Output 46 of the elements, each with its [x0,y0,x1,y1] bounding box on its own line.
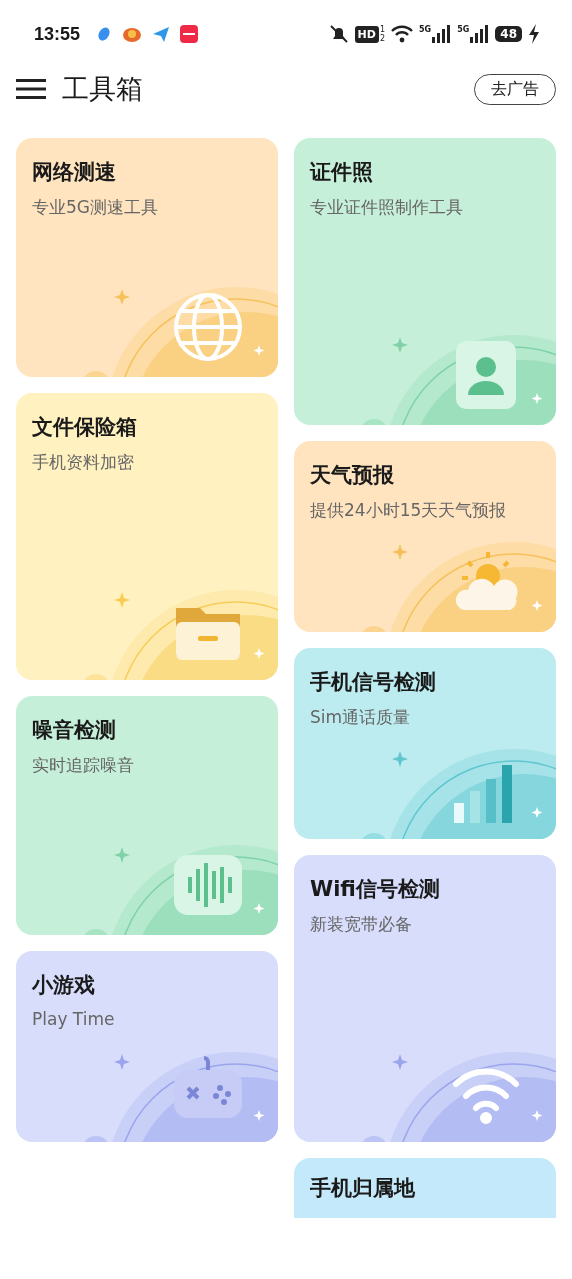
card-title: 小游戏 [32,972,96,999]
card-subtitle: 专业证件照制作工具 [310,196,464,219]
paper-plane-icon [152,25,171,43]
globe-icon [172,291,244,363]
tool-card[interactable]: 手机信号检测 Sim通话质量 [294,648,556,839]
tool-card[interactable]: 手机归属地 [294,1158,556,1218]
card-title: Wifi信号检测 [310,876,441,903]
remove-ads-button[interactable]: 去广告 [474,73,556,105]
card-subtitle: Sim通话质量 [310,706,412,729]
card-subtitle: 实时追踪噪音 [32,754,135,777]
mute-bell-icon [328,24,349,44]
signal-icon [469,25,490,43]
app-notification-icon [96,26,113,42]
signal-icon [431,25,452,43]
card-title: 网络测速 [32,159,117,186]
page-title: 工具箱 [62,72,143,106]
card-title: 手机归属地 [310,1175,416,1202]
card-title: 证件照 [310,159,374,186]
wifi-icon [391,25,413,43]
charging-bolt-icon [528,24,540,44]
hd-badge: HD [354,25,379,43]
status-time: 13:55 [34,23,81,45]
card-subtitle: 新装宽带必备 [310,913,413,936]
tool-card[interactable]: 天气预报 提供24小时15天天气预报 [294,441,556,632]
card-subtitle: 提供24小时15天天气预报 [310,499,508,522]
tool-card[interactable]: 噪音检测 实时追踪噪音 [16,696,278,935]
card-subtitle: 专业5G测速工具 [32,196,159,219]
tool-card[interactable]: 小游戏 Play Time [16,951,278,1142]
sim-number: 1 [379,25,385,34]
card-subtitle: 手机资料加密 [32,451,135,474]
card-title: 文件保险箱 [32,414,138,441]
sim-number: 2 [379,34,385,43]
tool-card[interactable]: 文件保险箱 手机资料加密 [16,393,278,680]
app-notification-icon [122,25,143,43]
network-type: 5G [457,25,470,34]
network-type: 5G [419,25,432,34]
card-title: 噪音检测 [32,717,117,744]
card-title: 天气预报 [310,462,395,489]
card-subtitle: Play Time [32,1009,116,1029]
tool-card[interactable]: 网络测速 专业5G测速工具 [16,138,278,377]
app-notification-icon [180,25,199,43]
tool-card[interactable]: 证件照 专业证件照制作工具 [294,138,556,425]
tool-card[interactable]: Wifi信号检测 新装宽带必备 [294,855,556,1142]
menu-icon[interactable] [16,78,46,100]
battery-indicator: 48 [495,26,522,42]
card-title: 手机信号检测 [310,669,437,696]
